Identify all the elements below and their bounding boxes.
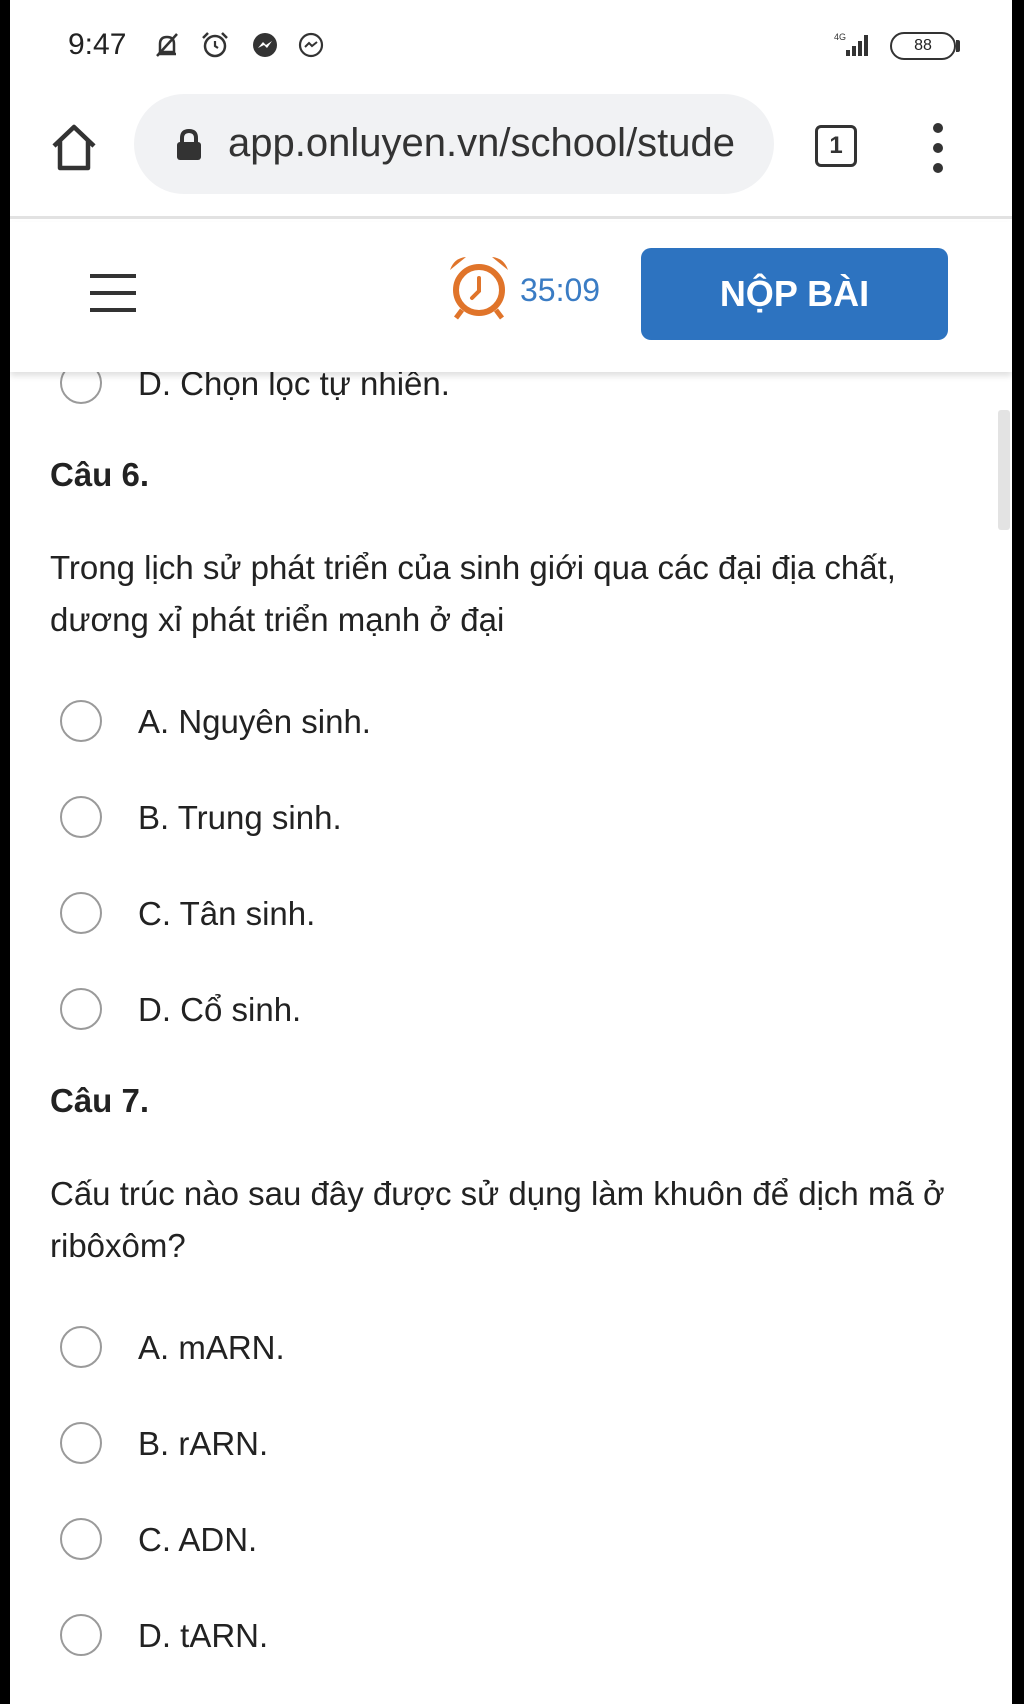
option-label: C. Tân sinh. bbox=[138, 895, 316, 932]
hamburger-menu-icon[interactable] bbox=[90, 272, 136, 314]
option-label: B. rARN. bbox=[138, 1425, 269, 1462]
option-label: D. tARN. bbox=[138, 1617, 269, 1654]
countdown-timer: 35:09 bbox=[520, 272, 601, 308]
question-7-option-a[interactable]: A. mARN. bbox=[50, 1326, 950, 1376]
option-label: A. mARN. bbox=[138, 1329, 285, 1366]
radio-button[interactable] bbox=[60, 1326, 102, 1368]
radio-button[interactable] bbox=[60, 988, 102, 1030]
scrollbar-thumb[interactable] bbox=[998, 410, 1010, 530]
option-label: C. ADN. bbox=[138, 1521, 258, 1558]
alarm-clock-icon bbox=[450, 257, 508, 320]
question-7-option-d[interactable]: D. tARN. bbox=[50, 1614, 950, 1664]
radio-button[interactable] bbox=[60, 1518, 102, 1560]
question-6-option-a[interactable]: A. Nguyên sinh. bbox=[50, 700, 950, 750]
radio-button[interactable] bbox=[60, 892, 102, 934]
question-7-text: Cấu trúc nào sau đây được sử dụng làm kh… bbox=[50, 1175, 945, 1264]
radio-button[interactable] bbox=[60, 700, 102, 742]
option-label: B. Trung sinh. bbox=[138, 799, 342, 836]
question-6-title: Câu 6. bbox=[50, 456, 150, 493]
question-6-option-d[interactable]: D. Cổ sinh. bbox=[50, 988, 950, 1038]
option-label: D. Cổ sinh. bbox=[138, 991, 302, 1028]
question-7-title: Câu 7. bbox=[50, 1082, 150, 1119]
option-label: A. Nguyên sinh. bbox=[138, 703, 371, 740]
radio-button[interactable] bbox=[60, 1422, 102, 1464]
question-6-option-b[interactable]: B. Trung sinh. bbox=[50, 796, 950, 846]
question-7-option-b[interactable]: B. rARN. bbox=[50, 1422, 950, 1472]
question-6-text: Trong lịch sử phát triển của sinh giới q… bbox=[50, 549, 896, 638]
question-6-option-c[interactable]: C. Tân sinh. bbox=[50, 892, 950, 942]
question-7-option-c[interactable]: C. ADN. bbox=[50, 1518, 950, 1568]
radio-button[interactable] bbox=[60, 796, 102, 838]
radio-button[interactable] bbox=[60, 1614, 102, 1656]
phone-screen: 9:47 4G 88 app.onluyen.vn/school/stude 1… bbox=[10, 0, 1012, 1704]
submit-button[interactable]: NỘP BÀI bbox=[641, 248, 948, 340]
quiz-header: 35:09 NỘP BÀI bbox=[10, 222, 1012, 372]
